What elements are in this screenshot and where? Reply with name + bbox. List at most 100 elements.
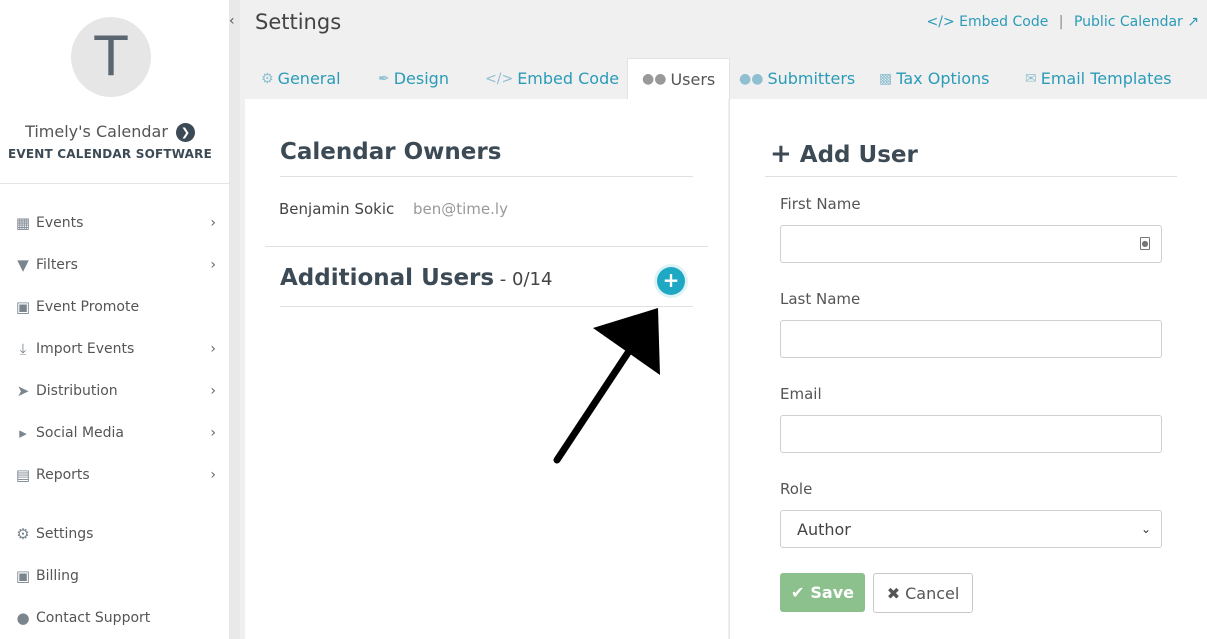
tab-label: Email Templates — [1040, 69, 1172, 88]
tab-submitters[interactable]: ●● Submitters — [739, 58, 855, 99]
tab-email-templates[interactable]: ✉ Email Templates — [1025, 58, 1172, 99]
sidebar-divider — [0, 183, 230, 184]
public-calendar-link[interactable]: Public Calendar — [1074, 14, 1183, 30]
sidebar-item-label: Import Events — [36, 341, 135, 357]
sidebar-item-label: Filters — [36, 257, 78, 273]
filter-icon: ▼ — [17, 256, 29, 274]
tab-general[interactable]: ⚙ General — [261, 58, 341, 99]
chevron-down-icon: ⌄ — [1140, 522, 1151, 536]
tab-label: Tax Options — [896, 69, 990, 88]
tab-label: Users — [670, 69, 716, 89]
add-user-button[interactable]: + — [657, 267, 685, 295]
role-select[interactable]: Author ⌄ — [780, 510, 1162, 548]
email-input[interactable] — [780, 415, 1162, 453]
tab-label: General — [277, 69, 341, 88]
calendar-name-link[interactable]: Timely's Calendar ❯ — [0, 122, 220, 142]
tab-label: Submitters — [767, 69, 856, 88]
owner-email: ben@time.ly — [413, 200, 508, 218]
sidebar-item-event-promote[interactable]: ▣ Event Promote — [0, 289, 230, 325]
support-agent-icon: ● — [16, 609, 30, 627]
report-icon: ▤ — [15, 466, 31, 484]
sidebar-item-distribution[interactable]: ➤ Distribution › — [0, 373, 230, 409]
tab-tax-options[interactable]: ▩ Tax Options — [879, 58, 989, 99]
collapse-sidebar-icon[interactable]: ‹ — [229, 13, 235, 29]
chevron-right-circle-icon[interactable]: ❯ — [175, 123, 195, 142]
sidebar-item-reports[interactable]: ▤ Reports › — [0, 457, 230, 493]
sidebar-item-label: Billing — [36, 568, 79, 584]
save-label: Save — [810, 583, 854, 602]
sidebar-item-import-events[interactable]: ⤓ Import Events › — [0, 331, 230, 367]
calendar-icon: ▦ — [15, 214, 31, 232]
download-icon: ⤓ — [19, 340, 27, 358]
code-icon: </> — [485, 70, 514, 87]
arrow-head — [593, 308, 660, 375]
users-icon: ●● — [642, 71, 667, 87]
add-user-heading: + Add User — [770, 139, 918, 169]
owner-name: Benjamin Sokic — [279, 200, 395, 218]
email-label: Email — [780, 385, 822, 403]
role-label: Role — [780, 480, 813, 498]
tab-users[interactable]: ●● Users — [627, 58, 731, 99]
header-links: </> Embed Code | Public Calendar ↗ — [927, 14, 1199, 30]
cancel-button[interactable]: ✖ Cancel — [873, 573, 973, 613]
code-icon: </> — [926, 14, 955, 30]
divider — [765, 176, 1177, 177]
additional-users-title: Additional Users — [280, 265, 495, 291]
sidebar-item-label: Social Media — [36, 425, 125, 441]
cancel-label: Cancel — [905, 583, 960, 603]
first-name-input[interactable] — [780, 225, 1162, 263]
paper-plane-icon: ➤ — [16, 382, 30, 400]
brush-icon: ✒ — [378, 70, 390, 87]
sidebar-item-label: Events — [36, 215, 84, 231]
external-link-icon: ↗ — [1187, 14, 1199, 30]
tab-label: Design — [393, 69, 449, 88]
divider — [265, 246, 708, 247]
role-selected-value: Author — [797, 519, 851, 539]
page-title: Settings — [255, 10, 342, 34]
cart-icon: ▣ — [15, 567, 31, 585]
chevron-right-icon: › — [210, 383, 216, 399]
additional-users-count: - 0/14 — [494, 269, 553, 290]
money-icon: ▩ — [879, 70, 893, 87]
calendar-avatar[interactable]: T — [71, 17, 151, 97]
last-name-input[interactable] — [780, 320, 1162, 358]
arrow-shaft — [553, 338, 639, 464]
first-name-label: First Name — [780, 195, 861, 213]
tab-label: Embed Code — [517, 69, 620, 88]
gears-icon: ⚙ — [16, 525, 30, 543]
add-user-panel: + Add User First Name ● Last Name Email R… — [729, 99, 1207, 639]
sidebar-item-billing[interactable]: ▣ Billing — [0, 558, 230, 594]
calendar-owners-heading: Calendar Owners — [280, 139, 502, 165]
megaphone-icon: ▸ — [19, 424, 27, 442]
sidebar-item-label: Settings — [36, 526, 94, 542]
additional-users-heading: Additional Users - 0/14 — [280, 265, 552, 291]
chevron-right-icon: › — [210, 341, 216, 357]
last-name-label: Last Name — [780, 290, 861, 308]
sidebar-item-label: Reports — [36, 467, 90, 483]
sidebar: T Timely's Calendar ❯ EVENT CALENDAR SOFT… — [0, 0, 230, 639]
chevron-right-icon: › — [210, 257, 216, 273]
tab-design[interactable]: ✒ Design — [378, 58, 449, 99]
calendar-name: Timely's Calendar — [25, 122, 168, 141]
gears-icon: ⚙ — [261, 70, 274, 87]
tab-embed-code[interactable]: </> Embed Code — [485, 58, 619, 99]
contact-card-icon[interactable]: ● — [1140, 237, 1150, 250]
close-icon: ✖ — [886, 583, 901, 603]
sidebar-item-filters[interactable]: ▼ Filters › — [0, 247, 230, 283]
calendar-subtitle: EVENT CALENDAR SOFTWARE — [8, 147, 212, 161]
sidebar-collapse-strip[interactable] — [230, 0, 240, 639]
divider — [280, 176, 693, 177]
annotation-arrow — [553, 308, 660, 464]
sidebar-item-contact-support[interactable]: ● Contact Support — [0, 600, 230, 636]
add-user-title: Add User — [799, 142, 918, 168]
chevron-right-icon: › — [210, 215, 216, 231]
sidebar-item-label: Distribution — [36, 383, 118, 399]
sidebar-item-social-media[interactable]: ▸ Social Media › — [0, 415, 230, 451]
plus-icon: + — [770, 139, 792, 169]
save-button[interactable]: ✔ Save — [780, 573, 865, 612]
sidebar-item-settings[interactable]: ⚙ Settings — [0, 516, 230, 552]
cart-icon: ▣ — [15, 298, 31, 316]
sidebar-item-events[interactable]: ▦ Events › — [0, 205, 230, 241]
plus-icon: + — [662, 268, 680, 292]
embed-code-link[interactable]: Embed Code — [959, 14, 1048, 30]
